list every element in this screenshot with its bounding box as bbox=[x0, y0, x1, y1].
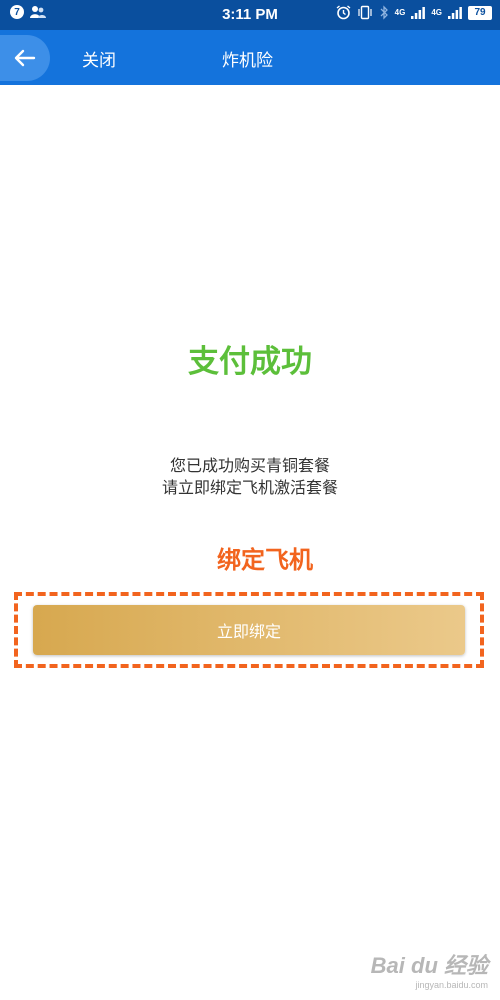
arrow-left-icon bbox=[14, 49, 36, 67]
bluetooth-icon bbox=[380, 5, 388, 20]
watermark-logo: Bai du 经验 bbox=[370, 953, 488, 978]
signal-icon bbox=[411, 6, 426, 19]
purchase-message: 您已成功购买青铜套餐 请立即绑定飞机激活套餐 bbox=[0, 455, 500, 499]
alarm-icon bbox=[336, 5, 351, 20]
status-right-icons: 4G 4G 79 bbox=[336, 5, 492, 20]
message-line-2: 请立即绑定飞机激活套餐 bbox=[161, 478, 338, 497]
network-label-2: 4G bbox=[431, 8, 442, 17]
payment-success-title: 支付成功 bbox=[188, 344, 312, 380]
bind-now-button[interactable]: 立即绑定 bbox=[33, 605, 465, 655]
page-title: 炸机险 bbox=[222, 51, 273, 71]
close-button[interactable]: 关闭 bbox=[82, 46, 116, 71]
battery-icon: 79 bbox=[468, 5, 492, 20]
bind-plane-heading: 绑定飞机 bbox=[217, 546, 313, 574]
app-header: 关闭 炸机险 bbox=[0, 30, 500, 85]
watermark-url: jingyan.baidu.com bbox=[415, 980, 488, 990]
status-bar: 7 3:11 PM 4G 4G 79 bbox=[0, 0, 500, 30]
network-label-1: 4G bbox=[394, 8, 406, 17]
watermark: Bai du 经验 jingyan.baidu.com bbox=[371, 948, 488, 990]
signal-icon-2 bbox=[448, 6, 462, 19]
back-button[interactable] bbox=[0, 35, 50, 81]
message-line-1: 您已成功购买青铜套餐 bbox=[169, 456, 330, 475]
vibrate-icon bbox=[358, 5, 372, 20]
